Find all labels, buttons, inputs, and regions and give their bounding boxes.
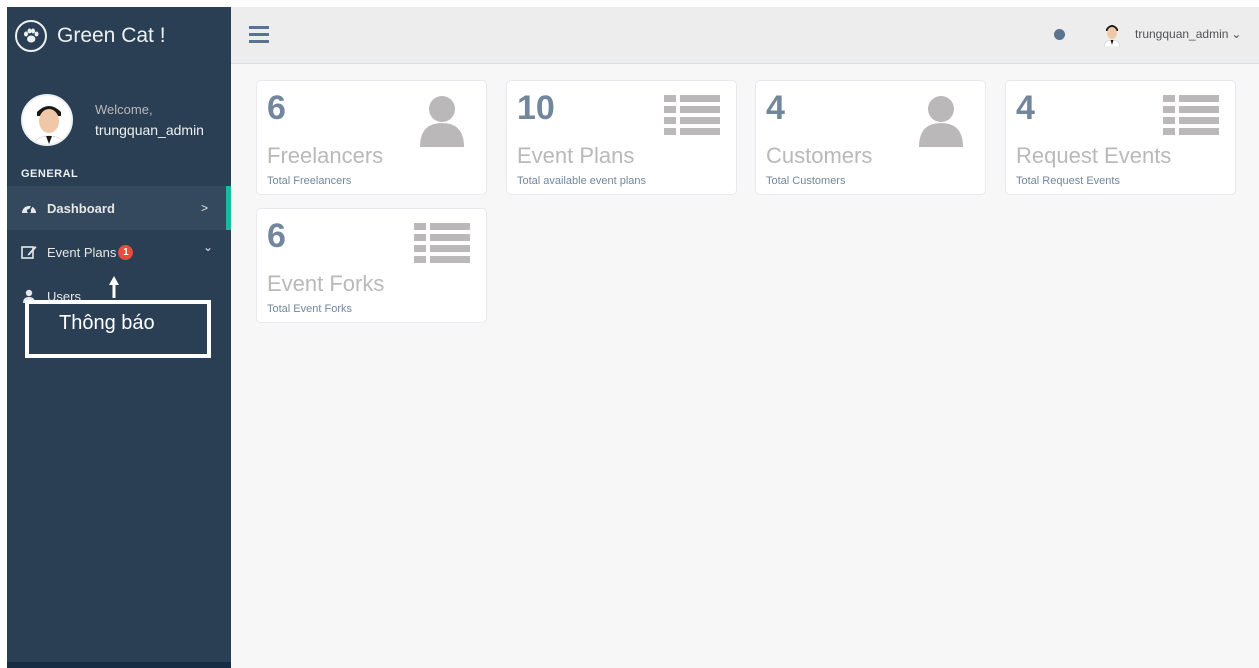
tile-title: Freelancers <box>267 143 384 168</box>
list-icon <box>414 223 470 263</box>
tile-count: 4 <box>1016 89 1035 127</box>
menu-toggle-button[interactable] <box>249 26 269 44</box>
sidebar: Green Cat ! Welcome, trungquan_admin GEN… <box>7 7 231 668</box>
chevron-down-icon: ⌄ <box>202 240 213 254</box>
user-menu[interactable]: trungquan_admin ⌄ <box>1101 21 1241 47</box>
sidebar-item-event-plans[interactable]: Event Plans 1 ⌄ <box>7 230 231 274</box>
hamburger-icon <box>249 33 269 36</box>
stat-tile-customers: 4 Customers Total Customers <box>755 80 986 195</box>
tile-count: 6 <box>267 89 286 127</box>
annotation-text: Thông báo <box>59 312 155 334</box>
tile-count: 10 <box>517 89 555 127</box>
tile-title: Request Events <box>1016 143 1172 168</box>
stat-tile-event-plans: 10 Event Plans Total available event pla… <box>506 80 737 195</box>
paw-icon <box>15 19 47 52</box>
globe-icon[interactable] <box>1054 29 1065 40</box>
annotation-callout: Thông báo <box>25 300 211 358</box>
brand[interactable]: Green Cat ! <box>7 7 231 64</box>
hamburger-icon <box>249 40 269 43</box>
tile-subtitle: Total Freelancers <box>267 175 352 187</box>
list-icon <box>1163 95 1219 135</box>
stat-tile-freelancers: 6 Freelancers Total Freelancers <box>256 80 487 195</box>
profile: Welcome, trungquan_admin <box>7 64 231 156</box>
topbar-username: trungquan_admin <box>1135 27 1229 41</box>
sidebar-item-label: Event Plans <box>47 244 117 260</box>
stat-tile-event-forks: 6 Event Forks Total Event Forks <box>256 208 487 323</box>
welcome-label: Welcome, <box>95 102 153 117</box>
list-icon <box>664 95 720 135</box>
top-nav: trungquan_admin ⌄ <box>231 7 1259 64</box>
sidebar-item-dashboard[interactable]: Dashboard > <box>7 186 231 230</box>
avatar[interactable] <box>21 94 73 146</box>
brand-name: Green Cat ! <box>57 23 166 47</box>
arrow-up-icon <box>109 276 119 298</box>
dashboard-icon <box>20 200 38 216</box>
chevron-right-icon: > <box>200 201 208 215</box>
caret-down-icon: ⌄ <box>1231 27 1242 41</box>
edit-icon <box>20 244 38 260</box>
welcome-username: trungquan_admin <box>95 122 204 138</box>
stat-tile-request-events: 4 Request Events Total Request Events <box>1005 80 1236 195</box>
section-title: GENERAL <box>21 168 79 180</box>
sidebar-footer <box>7 662 231 668</box>
tile-title: Event Plans <box>517 143 635 168</box>
tile-count: 6 <box>267 217 286 255</box>
notification-badge: 1 <box>118 244 134 260</box>
user-icon <box>420 96 464 147</box>
hamburger-icon <box>249 26 269 29</box>
tile-title: Event Forks <box>267 271 385 296</box>
user-icon <box>919 96 963 147</box>
tile-subtitle: Total Customers <box>766 175 846 187</box>
app-frame: Green Cat ! Welcome, trungquan_admin GEN… <box>7 7 1259 668</box>
user-avatar <box>1103 25 1121 47</box>
tile-title: Customers <box>766 143 873 168</box>
sidebar-item-label: Dashboard <box>47 200 115 216</box>
tile-subtitle: Total available event plans <box>517 175 647 187</box>
tile-subtitle: Total Event Forks <box>267 303 352 315</box>
tile-subtitle: Total Request Events <box>1016 175 1120 187</box>
tile-count: 4 <box>766 89 785 127</box>
